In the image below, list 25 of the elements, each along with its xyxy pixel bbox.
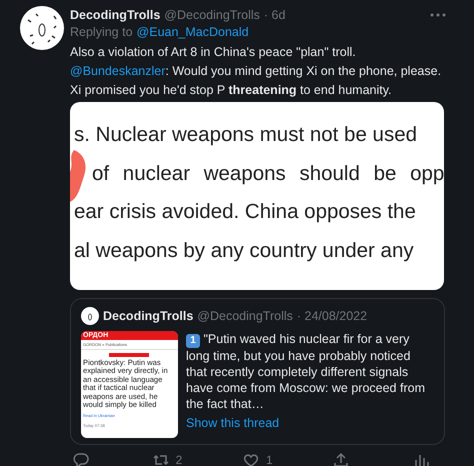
- action-count: 2: [176, 453, 182, 466]
- document-text-line: al weapons by any country under any: [74, 238, 414, 264]
- share-icon[interactable]: [332, 451, 350, 466]
- post-time: · 24/08/2022: [296, 309, 368, 323]
- quoted-tweet[interactable]: [70, 298, 445, 445]
- avatar-icon: [20, 6, 64, 50]
- show-thread-link[interactable]: Show this thread: [186, 416, 434, 430]
- reply-icon[interactable]: [72, 451, 90, 466]
- more-icon: [430, 13, 446, 17]
- document-text-line: ear crisis avoided. China opposes the: [74, 199, 416, 225]
- quote-text: 1 "Putin waved his nuclear fir for a very long time, but you have probably noticed that recently completely different signals have come from Moscow: we proceed from the fact that…: [186, 331, 426, 412]
- document-text-line: s. Nuclear weapons must not be used: [74, 122, 417, 148]
- mention-link[interactable]: @Bundeskanzler: [70, 64, 166, 78]
- author-handle: @DecodingTrolls: [164, 8, 260, 22]
- action-count: 1: [266, 453, 273, 466]
- avatar-icon: [81, 307, 99, 325]
- document-text-line: of nuclear weapons should be opp: [92, 160, 444, 186]
- reply-label: Replying to: [70, 25, 133, 39]
- author-handle: @DecodingTrolls: [197, 309, 293, 323]
- tweet-text: Also a violation of Art 8 in China's peace "plan" troll. @Bundeskanzler: Would you mind getting Xi on the phone, please. Xi promised you he'd stop P threatening to end humanity.: [70, 44, 442, 99]
- author-name: DecodingTrolls: [70, 8, 160, 22]
- tag-strip: [109, 353, 149, 357]
- mention-link[interactable]: @Euan_MacDonald: [136, 25, 249, 39]
- author-name: DecodingTrolls: [103, 309, 194, 323]
- post-time: · 6d: [264, 8, 286, 22]
